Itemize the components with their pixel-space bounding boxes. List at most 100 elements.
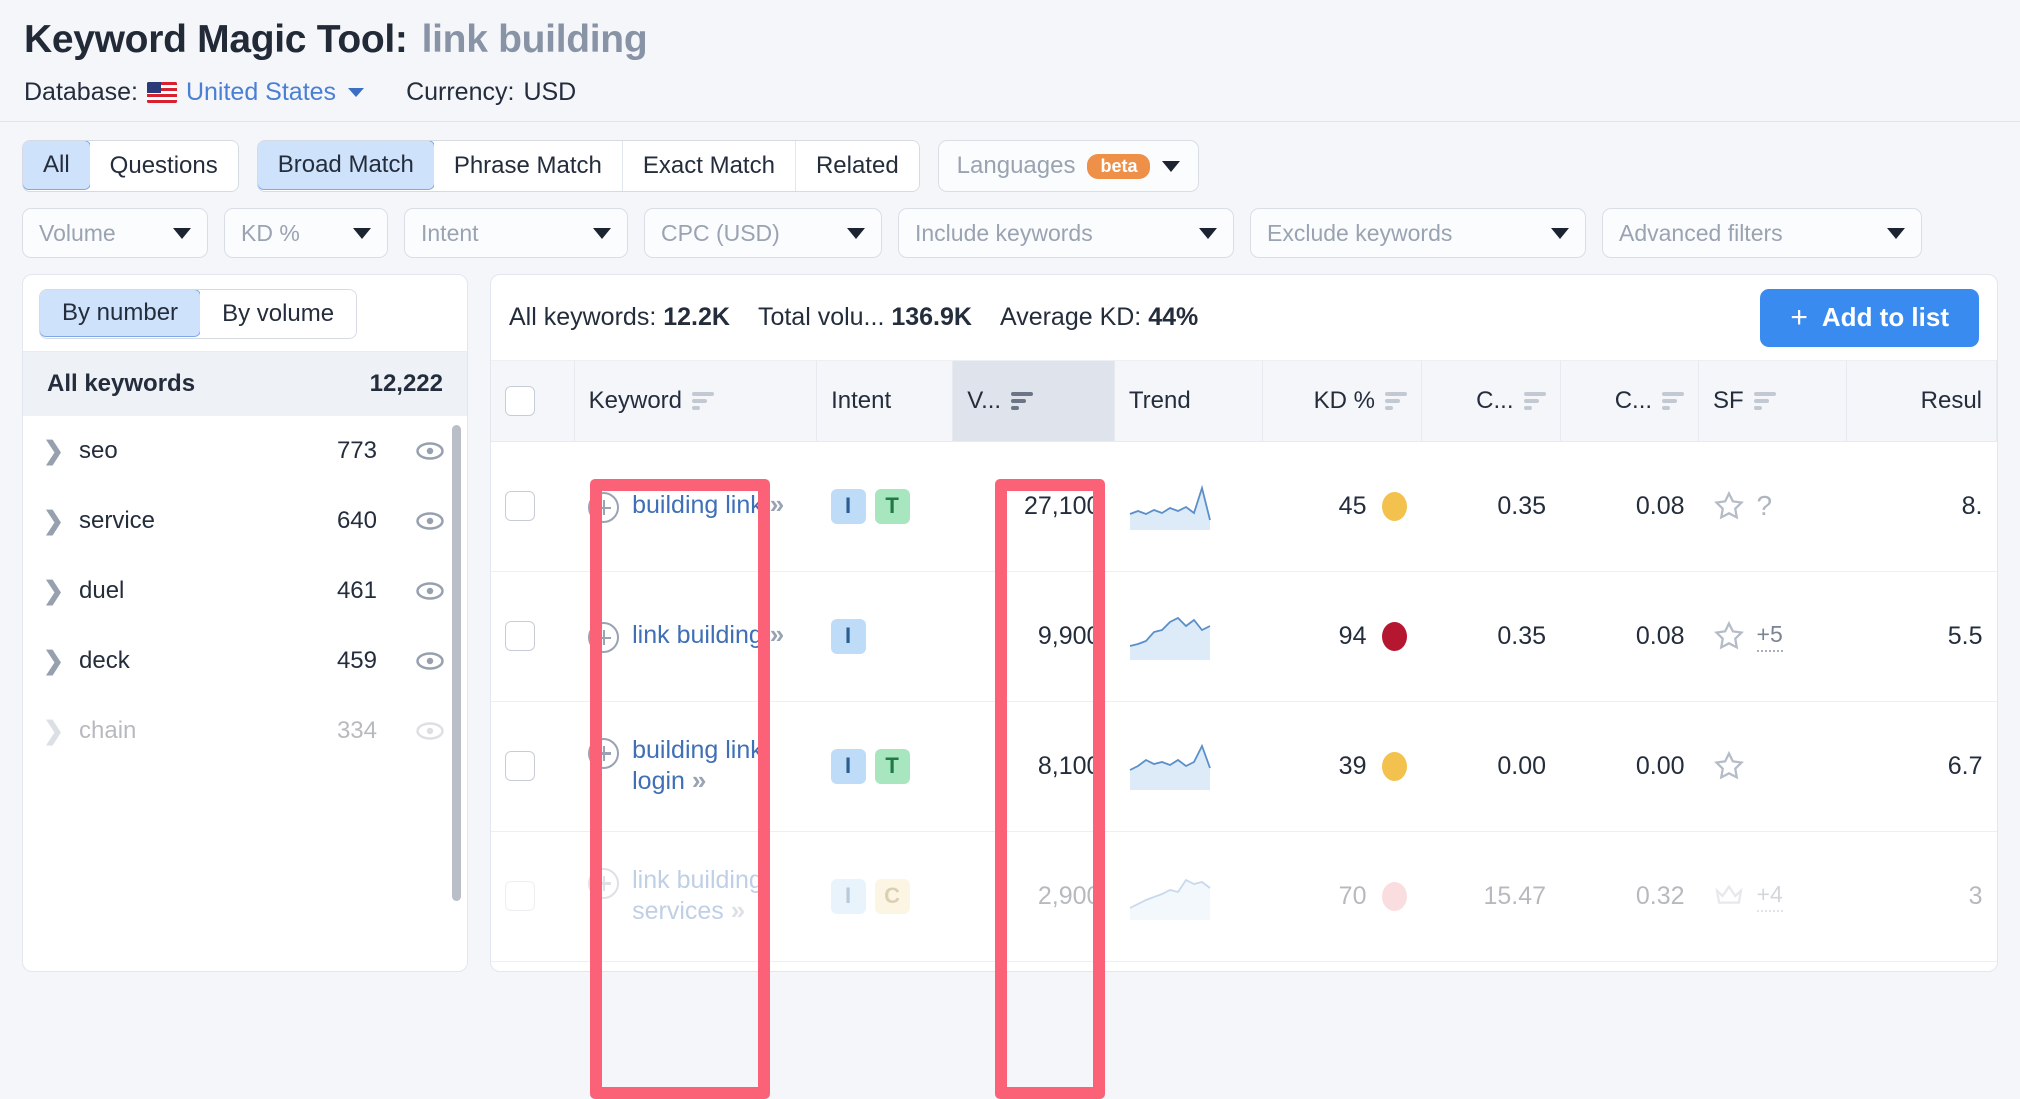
sort-icon[interactable]	[1384, 391, 1407, 410]
row-checkbox[interactable]	[505, 881, 535, 911]
sidebar-all-keywords[interactable]: All keywords 12,222	[23, 351, 467, 416]
col-competition[interactable]: C...	[1560, 361, 1700, 442]
table-row[interactable]: building link » I T 27,100 45 0.35 0.08 …	[491, 441, 1997, 572]
advanced-filters[interactable]: Advanced filters	[1602, 208, 1922, 258]
chevron-down-icon[interactable]	[1162, 160, 1181, 172]
sidebar-sort-toggle[interactable]: By number By volume	[39, 289, 358, 339]
database-value[interactable]: United States	[186, 78, 336, 107]
cell-keyword[interactable]: link building services »	[574, 831, 817, 962]
tab-phrase-match[interactable]: Phrase Match	[433, 141, 623, 191]
sort-icon[interactable]	[1011, 391, 1034, 410]
double-chevron-icon[interactable]: »	[770, 619, 785, 649]
chevron-down-icon[interactable]	[173, 227, 191, 239]
sidebar-scrollbar[interactable]	[452, 425, 461, 901]
eye-icon[interactable]	[415, 576, 445, 606]
chevron-right-icon[interactable]: ❯	[43, 436, 64, 466]
table-row[interactable]: link building » I 9,900 94 0.35 0.08 +5 …	[491, 571, 1997, 702]
col-sf[interactable]: SF	[1698, 361, 1847, 442]
exclude-keywords-filter[interactable]: Exclude keywords	[1250, 208, 1586, 258]
sf-more-count[interactable]: +5	[1756, 621, 1783, 652]
cell-keyword[interactable]: link building »	[574, 571, 817, 702]
keyword-link[interactable]: building link login »	[632, 735, 802, 797]
add-keyword-icon[interactable]	[588, 492, 620, 523]
intent-filter[interactable]: Intent	[404, 208, 628, 258]
add-to-list-button[interactable]: + Add to list	[1760, 288, 1979, 347]
meta-row: Database: United States Currency: USD	[24, 78, 1996, 107]
toggle-by-volume[interactable]: By volume	[200, 290, 357, 338]
tab-related[interactable]: Related	[795, 141, 919, 191]
row-checkbox[interactable]	[505, 491, 535, 521]
row-select[interactable]	[491, 701, 575, 832]
col-kd[interactable]: KD %	[1262, 361, 1422, 442]
row-select[interactable]	[491, 571, 575, 702]
double-chevron-icon[interactable]: »	[770, 489, 785, 519]
kd-filter[interactable]: KD %	[224, 208, 388, 258]
sidebar-item-service[interactable]: ❯ service 640	[23, 486, 467, 556]
match-tabs[interactable]: Broad Match Phrase Match Exact Match Rel…	[256, 140, 920, 192]
tab-all[interactable]: All	[22, 141, 91, 190]
cell-keyword[interactable]: building link login »	[574, 701, 817, 832]
cell-volume: 8,100	[952, 701, 1115, 832]
eye-icon[interactable]	[415, 506, 445, 536]
sort-icon[interactable]	[1753, 391, 1776, 410]
sidebar-group-list: ❯ seo 773 ❯ service 640 ❯ duel 461 ❯ dec…	[23, 416, 467, 766]
database-selector[interactable]: Database: United States	[24, 78, 365, 107]
sidebar-item-chain[interactable]: ❯ chain 334	[23, 696, 467, 766]
chevron-down-icon[interactable]	[1551, 227, 1569, 239]
keyword-link[interactable]: building link »	[632, 489, 785, 521]
row-select[interactable]	[491, 441, 575, 572]
sidebar-item-seo[interactable]: ❯ seo 773	[23, 416, 467, 486]
toggle-by-number[interactable]: By number	[40, 290, 202, 337]
chevron-down-icon[interactable]	[353, 227, 371, 239]
row-checkbox[interactable]	[505, 751, 535, 781]
eye-icon[interactable]	[415, 436, 445, 466]
double-chevron-icon[interactable]: »	[692, 765, 707, 795]
col-select-all[interactable]	[491, 361, 575, 442]
sidebar-item-deck[interactable]: ❯ deck 459	[23, 626, 467, 696]
chevron-down-icon[interactable]	[1887, 227, 1905, 239]
select-all-checkbox[interactable]	[505, 385, 535, 416]
cpc-filter[interactable]: CPC (USD)	[644, 208, 882, 258]
sidebar-item-duel[interactable]: ❯ duel 461	[23, 556, 467, 626]
col-keyword[interactable]: Keyword	[574, 361, 818, 442]
keyword-link[interactable]: link building »	[632, 619, 785, 651]
languages-dropdown[interactable]: Languages beta	[937, 140, 1200, 192]
chevron-down-icon[interactable]	[1199, 227, 1217, 239]
include-keywords-filter[interactable]: Include keywords	[898, 208, 1234, 258]
cpc-filter-label: CPC (USD)	[661, 219, 780, 246]
sf-more-count[interactable]: +4	[1756, 881, 1783, 912]
stat-total-volume-label: Total volu...	[757, 303, 885, 331]
chevron-down-icon[interactable]	[847, 227, 865, 239]
add-keyword-icon[interactable]	[588, 737, 620, 769]
eye-icon[interactable]	[415, 646, 445, 676]
tab-broad-match[interactable]: Broad Match	[257, 141, 435, 190]
double-chevron-icon[interactable]: »	[731, 895, 746, 925]
row-checkbox[interactable]	[505, 621, 535, 651]
sort-icon[interactable]	[1662, 391, 1685, 410]
question-tabs[interactable]: All Questions	[22, 140, 239, 192]
chevron-right-icon[interactable]: ❯	[43, 506, 64, 536]
tab-questions[interactable]: Questions	[89, 141, 238, 191]
cell-keyword[interactable]: building link »	[574, 441, 817, 572]
add-keyword-icon[interactable]	[588, 622, 620, 653]
col-volume[interactable]: V...	[952, 361, 1115, 442]
sort-icon[interactable]	[692, 391, 714, 410]
col-cpc[interactable]: C...	[1421, 361, 1561, 442]
chevron-right-icon[interactable]: ❯	[43, 716, 64, 746]
chevron-right-icon[interactable]: ❯	[43, 646, 64, 676]
chevron-down-icon[interactable]	[348, 88, 365, 97]
keyword-link[interactable]: link building services »	[632, 865, 802, 927]
eye-icon[interactable]	[415, 716, 445, 746]
sort-icon[interactable]	[1523, 391, 1546, 410]
tab-exact-match[interactable]: Exact Match	[622, 141, 796, 191]
col-cpc-label: C...	[1476, 386, 1514, 414]
chevron-right-icon[interactable]: ❯	[43, 576, 64, 606]
volume-filter[interactable]: Volume	[22, 208, 208, 258]
row-select[interactable]	[491, 831, 575, 962]
table-row[interactable]: link building services » I C 2,900 70 15…	[491, 831, 1997, 962]
table-row[interactable]: building link login » I T 8,100 39 0.00 …	[491, 701, 1997, 832]
add-keyword-icon[interactable]	[588, 867, 620, 899]
chevron-down-icon[interactable]	[593, 227, 611, 239]
cell-volume: 9,900	[952, 571, 1115, 702]
crown-icon	[1714, 884, 1743, 904]
